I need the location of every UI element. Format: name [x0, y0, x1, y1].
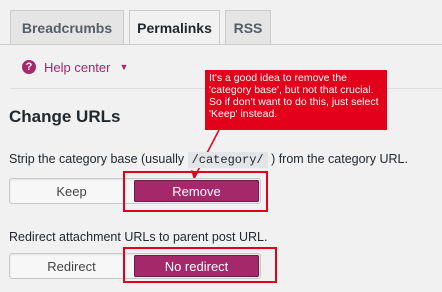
category-base-code: /category/	[187, 152, 268, 168]
keep-option[interactable]: Keep	[11, 180, 132, 202]
annotation-highlight-no-redirect	[123, 247, 277, 283]
strip-label-suffix: ) from the category URL.	[267, 152, 408, 166]
strip-category-base-label: Strip the category base (usually /catego…	[9, 152, 408, 168]
redirect-attachments-label: Redirect attachment URLs to parent post …	[9, 230, 268, 244]
section-title: Change URLs	[9, 107, 121, 126]
annotation-highlight-remove	[123, 171, 268, 212]
redirect-option[interactable]: Redirect	[11, 255, 132, 277]
strip-label-prefix: Strip the category base (usually	[9, 152, 188, 166]
